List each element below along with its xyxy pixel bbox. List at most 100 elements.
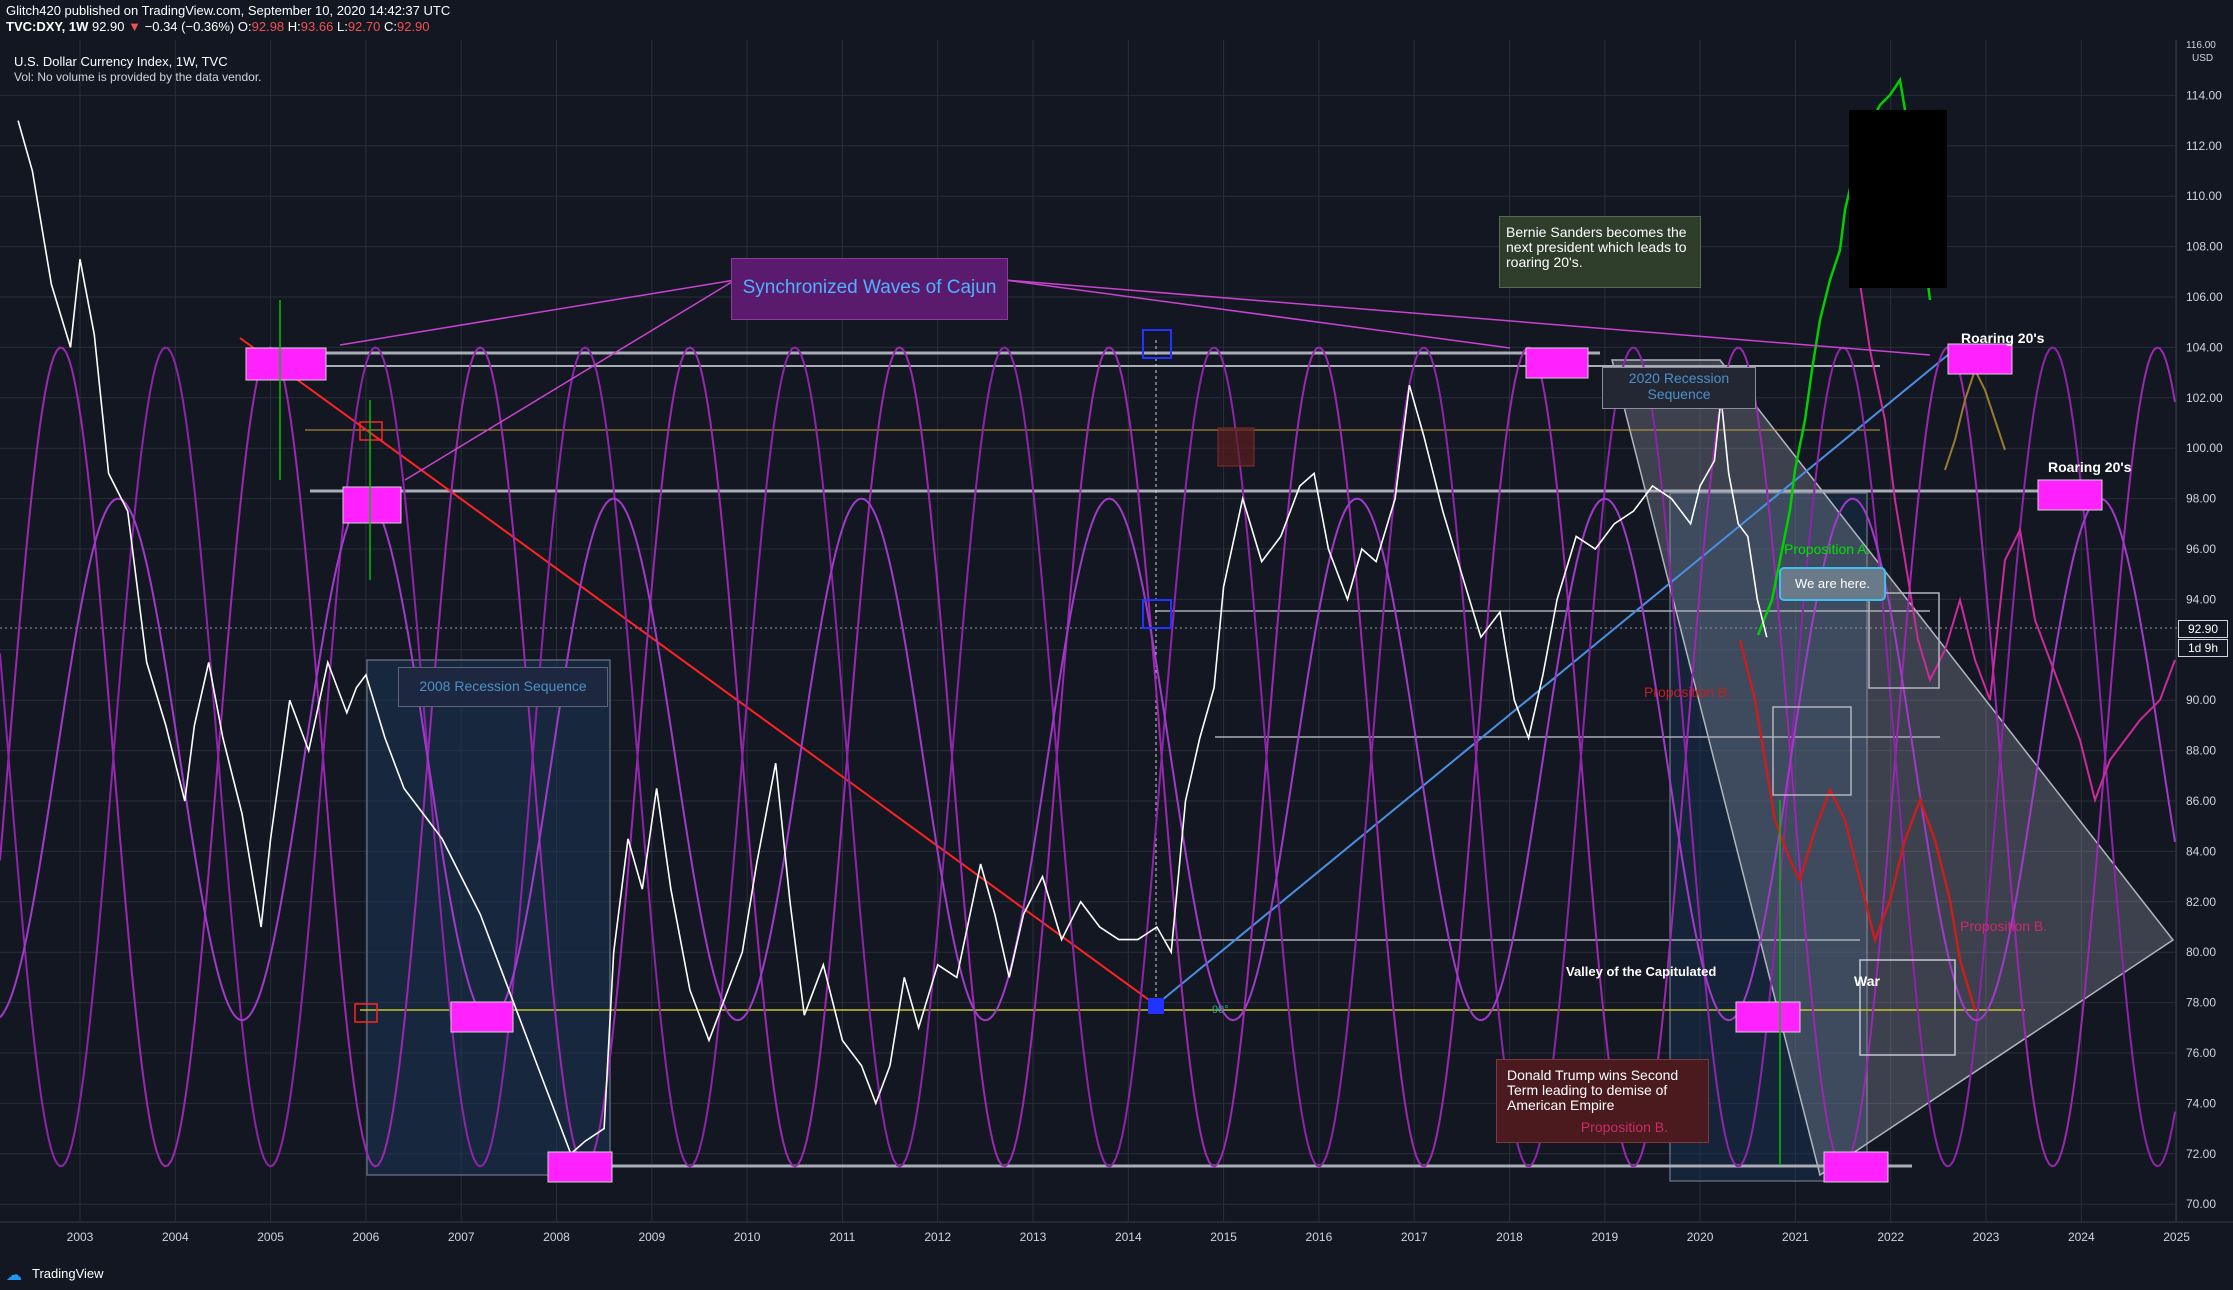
price-tick: 110.00: [2186, 189, 2222, 203]
time-tick: 2023: [1973, 1230, 2000, 1244]
magenta-marker-2021: [1735, 1001, 1801, 1033]
time-tick: 2025: [2163, 1230, 2190, 1244]
valley-label: Valley of the Capitulated: [1566, 964, 1717, 979]
trump-box[interactable]: Donald Trump wins Second Term leading to…: [1496, 1059, 1709, 1143]
recession-2020-label[interactable]: 2020 Recession Sequence: [1602, 367, 1756, 409]
price-tick: 84.00: [2186, 844, 2216, 858]
time-tick: 2004: [162, 1230, 189, 1244]
price-tick: 102.00: [2186, 391, 2223, 405]
time-tick: 2005: [257, 1230, 284, 1244]
price-tick: 82.00: [2186, 895, 2216, 909]
price-tick: 80.00: [2186, 945, 2216, 959]
dark-red-box: [1217, 427, 1255, 467]
magenta-marker-2006: [342, 486, 402, 524]
last-price-tag: 92.90: [2178, 620, 2228, 638]
time-tick: 2006: [353, 1230, 380, 1244]
time-tick: 2022: [1877, 1230, 1904, 1244]
proposition-a-label: Proposition A.: [1784, 541, 1871, 557]
last-price: 92.90: [91, 19, 125, 34]
time-tick: 2020: [1687, 1230, 1714, 1244]
price-tick: 86.00: [2186, 794, 2216, 808]
ohlc-close: 92.90: [396, 19, 430, 34]
blue-marker-bottom: [1148, 998, 1164, 1014]
price-tick: 72.00: [2186, 1147, 2216, 1161]
war-label: War: [1854, 973, 1880, 989]
footer-bar: ☁ TradingView: [0, 1255, 2233, 1290]
orange-projection-path: [1944, 367, 2006, 471]
roaring-20s-label-1: Roaring 20's: [1961, 330, 2045, 346]
bernie-label[interactable]: Bernie Sanders becomes the next presiden…: [1499, 216, 1701, 288]
time-tick: 2016: [1306, 1230, 1333, 1244]
time-tick: 2011: [829, 1230, 855, 1244]
ohlc-high: 93.66: [300, 19, 334, 34]
black-box: [1849, 110, 1947, 288]
time-tick: 2007: [448, 1230, 475, 1244]
time-tick: 2008: [543, 1230, 570, 1244]
ohlc-h-label: H:: [287, 19, 301, 34]
tradingview-logo-icon: ☁: [6, 1267, 22, 1284]
time-tick: 2024: [2068, 1230, 2095, 1244]
sync-line-3: [1004, 279, 1511, 349]
magenta-marker-2024: [2037, 479, 2103, 511]
angle-label: 90°: [1212, 1004, 1229, 1016]
magenta-marker-2008: [547, 1151, 613, 1183]
price-tick: 96.00: [2186, 542, 2216, 556]
ohlc-l-label: L:: [336, 19, 348, 34]
axis-top-value: 116.00: [2186, 40, 2216, 51]
time-tick: 2010: [734, 1230, 761, 1244]
time-tick: 2009: [638, 1230, 665, 1244]
publish-info: Glitch420 published on TradingView.com, …: [6, 3, 451, 18]
sync-line-2: [404, 279, 736, 481]
symbol-name[interactable]: TVC:DXY, 1W: [6, 19, 88, 34]
time-tick: 2017: [1401, 1230, 1428, 1244]
down-arrow-icon: ▼: [128, 19, 142, 34]
tradingview-brand[interactable]: TradingView: [32, 1266, 104, 1281]
price-tick: 98.00: [2186, 492, 2216, 506]
magenta-marker-2023: [1947, 343, 2013, 375]
ohlc-low: 92.70: [347, 19, 381, 34]
proposition-b-label-1: Proposition B.: [1644, 684, 1732, 700]
price-tick: 94.00: [2186, 592, 2216, 606]
price-change: −0.34 (−0.36%): [144, 19, 235, 34]
recession-2008-label[interactable]: 2008 Recession Sequence: [398, 667, 608, 707]
price-tick: 114.00: [2186, 88, 2222, 102]
price-tick: 104.00: [2186, 340, 2223, 354]
red-marker-1: [359, 421, 383, 441]
magenta-marker-2007: [450, 1001, 514, 1033]
price-tick: 108.00: [2186, 240, 2223, 254]
price-tick: 78.00: [2186, 996, 2216, 1010]
trump-text: Donald Trump wins Second Term leading to…: [1507, 1067, 1679, 1113]
time-tick: 2003: [67, 1230, 94, 1244]
time-tick: 2019: [1591, 1230, 1618, 1244]
proposition-b-label-2: Proposition B.: [1960, 918, 2048, 934]
ohlc-open: 92.98: [251, 19, 285, 34]
price-tick: 100.00: [2186, 441, 2223, 455]
roaring-20s-label-2: Roaring 20's: [2048, 459, 2132, 475]
price-tick: 106.00: [2186, 290, 2223, 304]
chart-header: Glitch420 published on TradingView.com, …: [0, 0, 2233, 40]
price-tick: 74.00: [2186, 1096, 2216, 1110]
symbol-line: TVC:DXY, 1W 92.90 ▼ −0.34 (−0.36%) O:92.…: [6, 19, 430, 34]
countdown-tag: 1d 9h: [2178, 639, 2228, 657]
magenta-marker-2005: [245, 347, 327, 381]
chart-area[interactable]: 114.00 112.00 110.00 108.00 106.00 104.00 102.…: [0, 40, 2233, 1255]
legend-title: U.S. Dollar Currency Index, 1W, TVC: [14, 54, 228, 69]
ohlc-c-label: C:: [383, 19, 397, 34]
price-tick: 76.00: [2186, 1046, 2216, 1060]
sync-line-1: [339, 279, 736, 346]
magenta-marker-2018: [1525, 347, 1589, 379]
price-tick: 112.00: [2186, 139, 2222, 153]
time-tick: 2018: [1496, 1230, 1523, 1244]
price-tick: 90.00: [2186, 693, 2216, 707]
recession-2008-box: [366, 659, 611, 1176]
time-tick: 2021: [1782, 1230, 1809, 1244]
we-are-here-label[interactable]: We are here.: [1779, 567, 1886, 601]
time-tick: 2013: [1020, 1230, 1047, 1244]
proposition-b-label-3: Proposition B.: [1580, 1119, 1669, 1135]
ohlc-o-label: O:: [237, 19, 252, 34]
sync-waves-label[interactable]: Synchronized Waves of Cajun: [731, 258, 1008, 320]
legend-vol-note: Vol: No volume is provided by the data v…: [14, 70, 262, 84]
magenta-marker-2021b: [1823, 1151, 1889, 1183]
price-tick: 70.00: [2186, 1197, 2216, 1211]
time-tick: 2012: [924, 1230, 951, 1244]
